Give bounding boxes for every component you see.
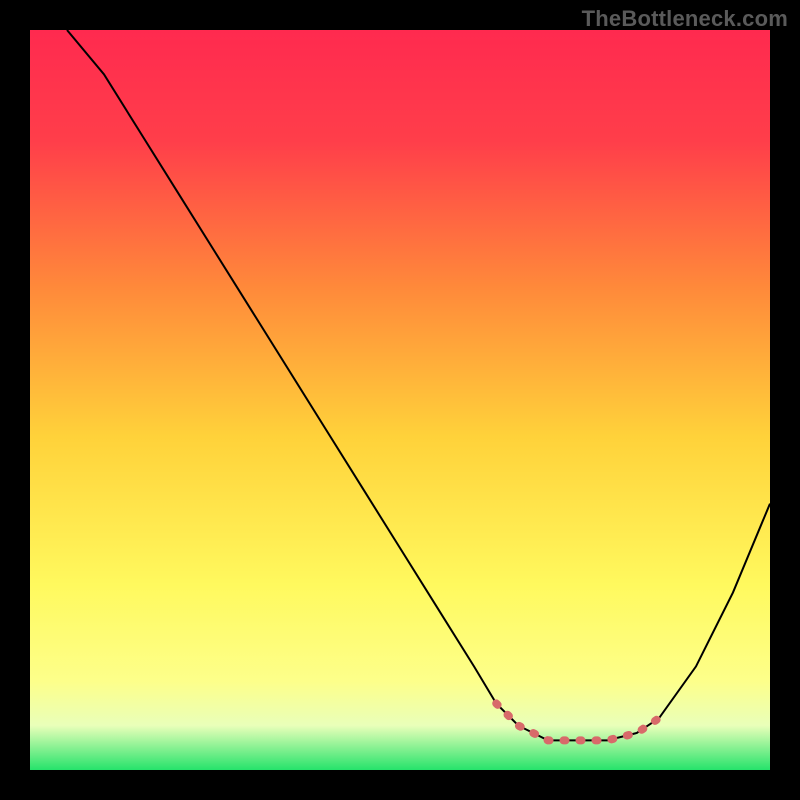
chart-frame: TheBottleneck.com: [0, 0, 800, 800]
plot-background: [30, 30, 770, 770]
bottleneck-chart: [30, 30, 770, 770]
attribution-label: TheBottleneck.com: [582, 6, 788, 32]
